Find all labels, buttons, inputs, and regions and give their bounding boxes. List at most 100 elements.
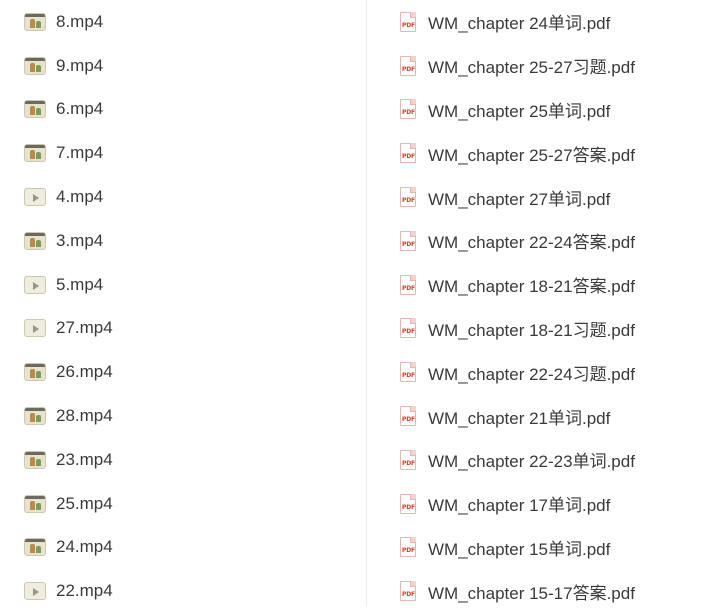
- pdf-file-list: PDF WM_chapter 24单词.pdf PDF WM_chapter 25-2…: [367, 0, 723, 613]
- file-item-video[interactable]: 25.mp4: [0, 482, 366, 526]
- pdf-badge: PDF: [402, 416, 415, 424]
- file-item-video[interactable]: 22.mp4: [0, 569, 366, 613]
- file-name: 7.mp4: [56, 143, 104, 163]
- file-name: WM_chapter 18-21习题.pdf: [428, 320, 635, 340]
- pdf-badge: PDF: [402, 328, 415, 336]
- pdf-file-icon: PDF: [400, 11, 416, 32]
- file-item-pdf[interactable]: PDF WM_chapter 24单词.pdf: [367, 0, 723, 44]
- file-name: 3.mp4: [56, 230, 104, 250]
- file-item-video[interactable]: 26.mp4: [0, 350, 366, 394]
- file-item-video[interactable]: 23.mp4: [0, 438, 366, 482]
- pdf-file-icon: PDF: [400, 230, 416, 251]
- video-thumbnail-icon: [24, 582, 46, 601]
- file-item-video[interactable]: 27.mp4: [0, 307, 366, 351]
- file-item-pdf[interactable]: PDF WM_chapter 22-24习题.pdf: [367, 350, 723, 394]
- pdf-badge: PDF: [402, 547, 415, 555]
- pdf-badge: PDF: [402, 153, 415, 161]
- pdf-badge: PDF: [402, 591, 415, 599]
- pdf-badge: PDF: [402, 284, 415, 292]
- file-name: WM_chapter 22-23单词.pdf: [428, 452, 635, 472]
- video-thumbnail-icon: [24, 450, 46, 469]
- file-item-pdf[interactable]: PDF WM_chapter 25-27答案.pdf: [367, 131, 723, 175]
- file-item-pdf[interactable]: PDF WM_chapter 15单词.pdf: [367, 526, 723, 570]
- file-item-video[interactable]: 8.mp4: [0, 0, 366, 44]
- file-name: WM_chapter 22-24答案.pdf: [428, 233, 635, 253]
- file-name: 23.mp4: [56, 449, 113, 469]
- file-name: 28.mp4: [56, 406, 113, 426]
- file-name: 22.mp4: [56, 581, 113, 601]
- pdf-badge: PDF: [402, 240, 415, 248]
- pdf-file-icon: PDF: [400, 449, 416, 470]
- video-thumbnail-icon: [24, 144, 46, 163]
- file-name: WM_chapter 22-24习题.pdf: [428, 364, 635, 384]
- video-thumbnail-icon: [24, 363, 46, 382]
- file-item-video[interactable]: 5.mp4: [0, 263, 366, 307]
- pdf-badge: PDF: [402, 197, 415, 205]
- pdf-file-icon: PDF: [400, 274, 416, 295]
- pdf-file-icon: PDF: [400, 493, 416, 514]
- file-name: 8.mp4: [56, 11, 104, 31]
- file-name: 25.mp4: [56, 493, 113, 513]
- file-item-video[interactable]: 3.mp4: [0, 219, 366, 263]
- pdf-file-icon: PDF: [400, 581, 416, 602]
- file-name: WM_chapter 25单词.pdf: [428, 101, 611, 121]
- file-name: 9.mp4: [56, 55, 104, 75]
- pdf-file-icon: PDF: [400, 55, 416, 76]
- pdf-badge: PDF: [402, 21, 415, 29]
- file-name: 4.mp4: [56, 187, 104, 207]
- video-file-list: 8.mp4 9.mp4 6.mp4 7.mp4 4.mp4 3.mp4 5.mp4 27.mp…: [0, 0, 366, 613]
- video-thumbnail-icon: [24, 231, 46, 250]
- file-name: WM_chapter 24单词.pdf: [428, 14, 611, 34]
- file-name: 26.mp4: [56, 362, 113, 382]
- file-item-video[interactable]: 24.mp4: [0, 526, 366, 570]
- file-item-video[interactable]: 6.mp4: [0, 88, 366, 132]
- video-thumbnail-icon: [24, 538, 46, 557]
- file-item-pdf[interactable]: PDF WM_chapter 21单词.pdf: [367, 394, 723, 438]
- file-item-pdf[interactable]: PDF WM_chapter 22-24答案.pdf: [367, 219, 723, 263]
- pdf-file-icon: PDF: [400, 362, 416, 383]
- file-name: WM_chapter 15-17答案.pdf: [428, 583, 635, 603]
- pdf-file-icon: PDF: [400, 143, 416, 164]
- file-item-pdf[interactable]: PDF WM_chapter 22-23单词.pdf: [367, 438, 723, 482]
- file-item-pdf[interactable]: PDF WM_chapter 25单词.pdf: [367, 88, 723, 132]
- pdf-badge: PDF: [402, 459, 415, 467]
- pdf-file-icon: PDF: [400, 99, 416, 120]
- file-item-pdf[interactable]: PDF WM_chapter 25-27习题.pdf: [367, 44, 723, 88]
- pdf-file-icon: PDF: [400, 318, 416, 339]
- video-thumbnail-icon: [24, 100, 46, 119]
- file-name: WM_chapter 21单词.pdf: [428, 408, 611, 428]
- file-item-pdf[interactable]: PDF WM_chapter 15-17答案.pdf: [367, 569, 723, 613]
- pdf-file-icon: PDF: [400, 537, 416, 558]
- pdf-file-icon: PDF: [400, 187, 416, 208]
- file-item-pdf[interactable]: PDF WM_chapter 18-21答案.pdf: [367, 263, 723, 307]
- video-thumbnail-icon: [24, 188, 46, 207]
- file-name: WM_chapter 25-27答案.pdf: [428, 145, 635, 165]
- file-item-video[interactable]: 7.mp4: [0, 131, 366, 175]
- file-name: WM_chapter 27单词.pdf: [428, 189, 611, 209]
- file-item-pdf[interactable]: PDF WM_chapter 18-21习题.pdf: [367, 307, 723, 351]
- file-name: WM_chapter 18-21答案.pdf: [428, 277, 635, 297]
- file-item-video[interactable]: 28.mp4: [0, 394, 366, 438]
- video-thumbnail-icon: [24, 319, 46, 338]
- file-name: WM_chapter 17单词.pdf: [428, 496, 611, 516]
- file-item-video[interactable]: 9.mp4: [0, 44, 366, 88]
- file-name: 24.mp4: [56, 537, 113, 557]
- file-name: 6.mp4: [56, 99, 104, 119]
- file-item-video[interactable]: 4.mp4: [0, 175, 366, 219]
- pdf-badge: PDF: [402, 503, 415, 511]
- pdf-badge: PDF: [402, 372, 415, 380]
- file-item-pdf[interactable]: PDF WM_chapter 27单词.pdf: [367, 175, 723, 219]
- file-item-pdf[interactable]: PDF WM_chapter 17单词.pdf: [367, 482, 723, 526]
- file-name: 5.mp4: [56, 274, 104, 294]
- video-thumbnail-icon: [24, 56, 46, 75]
- pdf-badge: PDF: [402, 109, 415, 117]
- video-thumbnail-icon: [24, 275, 46, 294]
- pdf-badge: PDF: [402, 65, 415, 73]
- file-name: WM_chapter 15单词.pdf: [428, 539, 611, 559]
- file-name: 27.mp4: [56, 318, 113, 338]
- file-name: WM_chapter 25-27习题.pdf: [428, 58, 635, 78]
- video-thumbnail-icon: [24, 494, 46, 513]
- pdf-file-icon: PDF: [400, 406, 416, 427]
- video-thumbnail-icon: [24, 407, 46, 426]
- video-thumbnail-icon: [24, 12, 46, 31]
